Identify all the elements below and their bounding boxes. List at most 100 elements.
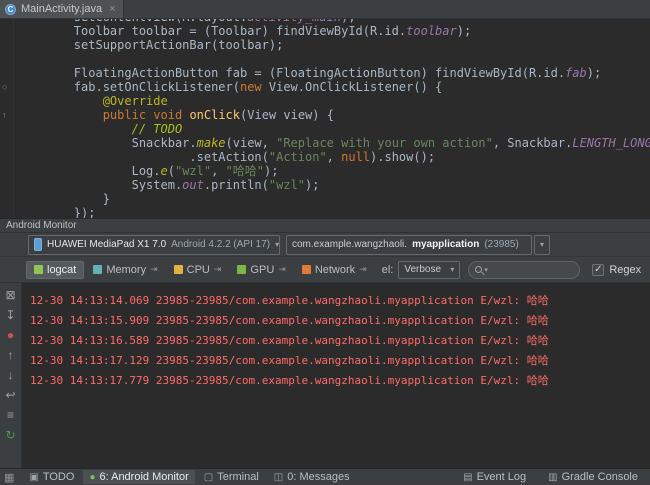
editor-tab-title: MainActivity.java xyxy=(21,3,102,15)
monitor-tab-label: GPU xyxy=(250,264,274,276)
todo-button-label: TODO xyxy=(43,471,75,483)
gradle-console-button-label: Gradle Console xyxy=(562,471,638,483)
java-class-icon: C xyxy=(5,4,16,15)
code-line: // TODO xyxy=(16,122,650,136)
monitor-tab-label: logcat xyxy=(47,264,76,276)
terminal-button-label: Terminal xyxy=(217,471,259,483)
stop-icon[interactable]: ● xyxy=(3,327,19,343)
event-log-button[interactable]: ▤ Event Log xyxy=(457,470,532,484)
android-monitor-panel: Android Monitor HUAWEI MediaPad X1 7.0 A… xyxy=(0,218,650,468)
anonymous-class-gutter-icon[interactable]: ○ xyxy=(2,82,7,92)
search-icon xyxy=(475,266,482,273)
code-line: FloatingActionButton fab = (FloatingActi… xyxy=(16,66,650,80)
event-log-icon: ▤ xyxy=(463,472,472,483)
up-stack-trace-icon[interactable]: ↑ xyxy=(3,347,19,363)
process-selector[interactable]: com.example.wangzhaoli. myapplication (23… xyxy=(286,235,532,255)
soft-wrap-icon[interactable]: ↩ xyxy=(3,387,19,403)
process-selector-arrow[interactable]: ▾ xyxy=(534,235,550,255)
code-line: System.out.println("wzl"); xyxy=(16,178,650,192)
logcat-search-input[interactable] xyxy=(490,264,573,275)
editor-gutter: ○↑ xyxy=(0,19,14,218)
tool-window-toggle-icon[interactable]: ▦ xyxy=(4,471,14,484)
cpu-tab-icon xyxy=(174,265,183,274)
code-line: public void onClick(View view) { xyxy=(16,108,650,122)
monitor-tab-cpu[interactable]: CPU ⇥ xyxy=(167,262,229,278)
logcat-toolbar-strip: ⊠ ↧ ● ↑ ↓ ↩ ≡ ↻ xyxy=(0,283,22,468)
terminal-button[interactable]: ▢ Terminal xyxy=(198,470,265,484)
chevron-down-icon: ▾ xyxy=(275,240,279,249)
monitor-tab-memory[interactable]: Memory ⇥ xyxy=(86,262,164,278)
logcat-panel: ⊠ ↧ ● ↑ ↓ ↩ ≡ ↻ 12-30 14:13:14.069 23985-23985/… xyxy=(0,283,650,468)
scroll-to-end-icon[interactable]: ↧ xyxy=(3,307,19,323)
code-line: } xyxy=(16,192,650,206)
log-level-value: Verbose xyxy=(404,264,441,275)
code-line: Toolbar toolbar = (Toolbar) findViewById… xyxy=(16,24,650,38)
checkbox-checked-icon: ✓ xyxy=(592,264,604,276)
terminal-icon: ▢ xyxy=(204,472,213,483)
gradle-console-button[interactable]: ▥Gradle Console xyxy=(542,470,644,484)
messages-icon: ◫ xyxy=(274,472,283,483)
code-line: Snackbar.make(view, "Replace with your o… xyxy=(16,136,650,150)
code-line: }); xyxy=(16,206,650,218)
editor-tab-mainactivity[interactable]: C MainActivity.java × xyxy=(0,0,124,18)
down-stack-trace-icon[interactable]: ↓ xyxy=(3,367,19,383)
regex-label: Regex xyxy=(609,264,641,276)
restart-icon[interactable]: ↻ xyxy=(3,427,19,443)
log-level-select[interactable]: Verbose ▾ xyxy=(398,261,460,279)
regex-checkbox[interactable]: ✓ Regex xyxy=(592,264,641,276)
code-line: .setAction("Action", null).show(); xyxy=(16,150,650,164)
logcat-search-field[interactable]: ▾ xyxy=(468,261,580,279)
process-pid: (23985) xyxy=(484,239,518,250)
logcat-output[interactable]: 12-30 14:13:14.069 23985-23985/com.examp… xyxy=(22,283,650,468)
log-line: 12-30 14:13:16.589 23985-23985/com.examp… xyxy=(30,331,650,351)
monitor-tab-label: CPU xyxy=(187,264,210,276)
log-level-label: el: xyxy=(382,264,394,276)
editor-tab-bar: C MainActivity.java × xyxy=(0,0,650,19)
clear-logcat-icon[interactable]: ⊠ xyxy=(3,287,19,303)
code-editor[interactable]: ○↑ setContentView(R.layout.activity_main… xyxy=(0,19,650,218)
detach-arrow-icon: ⇥ xyxy=(150,264,158,275)
memory-tab-icon xyxy=(93,265,102,274)
device-name: HUAWEI MediaPad X1 7.0 xyxy=(47,239,166,250)
monitor-tab-label: Memory xyxy=(106,264,146,276)
log-line: 12-30 14:13:15.909 23985-23985/com.examp… xyxy=(30,311,650,331)
print-icon[interactable]: ≡ xyxy=(3,407,19,423)
android-monitor-title: Android Monitor xyxy=(6,220,77,231)
status-bar: ▦ ▣ TODO ●6: Android Monitor ▢ Terminal ◫ 0: M… xyxy=(0,468,650,485)
log-line: 12-30 14:13:17.129 23985-23985/com.examp… xyxy=(30,351,650,371)
chevron-down-icon: ▾ xyxy=(450,265,454,274)
close-tab-icon[interactable]: × xyxy=(109,3,115,15)
search-options-arrow-icon[interactable]: ▾ xyxy=(484,266,488,274)
code-lines[interactable]: setContentView(R.layout.activity_main); … xyxy=(14,19,650,218)
overriding-method-gutter-icon[interactable]: ↑ xyxy=(2,110,7,120)
device-os-version: Android 4.2.2 (API 17) xyxy=(171,239,270,250)
monitor-tab-network[interactable]: Network ⇥ xyxy=(295,262,374,278)
android-monitor-header[interactable]: Android Monitor xyxy=(0,218,650,233)
statusbar-left-items: ▣ TODO ●6: Android Monitor ▢ Terminal ◫ 0: Mes… xyxy=(23,470,355,484)
code-line: fab.setOnClickListener(new View.OnClickL… xyxy=(16,80,650,94)
code-line: Log.e("wzl", "哈哈"); xyxy=(16,164,650,178)
detach-arrow-icon: ⇥ xyxy=(359,264,367,275)
monitor-tabs: logcat Memory ⇥ CPU ⇥ GPU ⇥ Network ⇥ xyxy=(26,261,374,279)
monitor-tabs-toolbar: logcat Memory ⇥ CPU ⇥ GPU ⇥ Network ⇥ el: Verbos… xyxy=(0,257,650,283)
messages-button[interactable]: ◫ 0: Messages xyxy=(268,470,356,484)
device-selector[interactable]: HUAWEI MediaPad X1 7.0 Android 4.2.2 (AP… xyxy=(28,235,280,255)
code-line xyxy=(16,52,650,66)
process-package: com.example.wangzhaoli. xyxy=(292,239,407,250)
todo-button[interactable]: ▣ TODO xyxy=(23,470,80,484)
event-log-button-label: Event Log xyxy=(477,471,527,483)
gpu-tab-icon xyxy=(237,265,246,274)
detach-arrow-icon: ⇥ xyxy=(214,264,222,275)
android-monitor-button[interactable]: ●6: Android Monitor xyxy=(83,470,194,484)
todo-icon: ▣ xyxy=(29,472,38,483)
process-app-name: myapplication xyxy=(412,239,479,250)
detach-arrow-icon: ⇥ xyxy=(278,264,286,275)
monitor-tab-gpu[interactable]: GPU ⇥ xyxy=(230,262,292,278)
network-tab-icon xyxy=(302,265,311,274)
monitor-tab-label: Network xyxy=(315,264,355,276)
android-monitor-button-label: 6: Android Monitor xyxy=(99,471,188,483)
device-phone-icon xyxy=(34,238,42,251)
monitor-tab-logcat[interactable]: logcat xyxy=(26,261,84,279)
log-line: 12-30 14:13:14.069 23985-23985/com.examp… xyxy=(30,291,650,311)
messages-button-label: 0: Messages xyxy=(287,471,349,483)
